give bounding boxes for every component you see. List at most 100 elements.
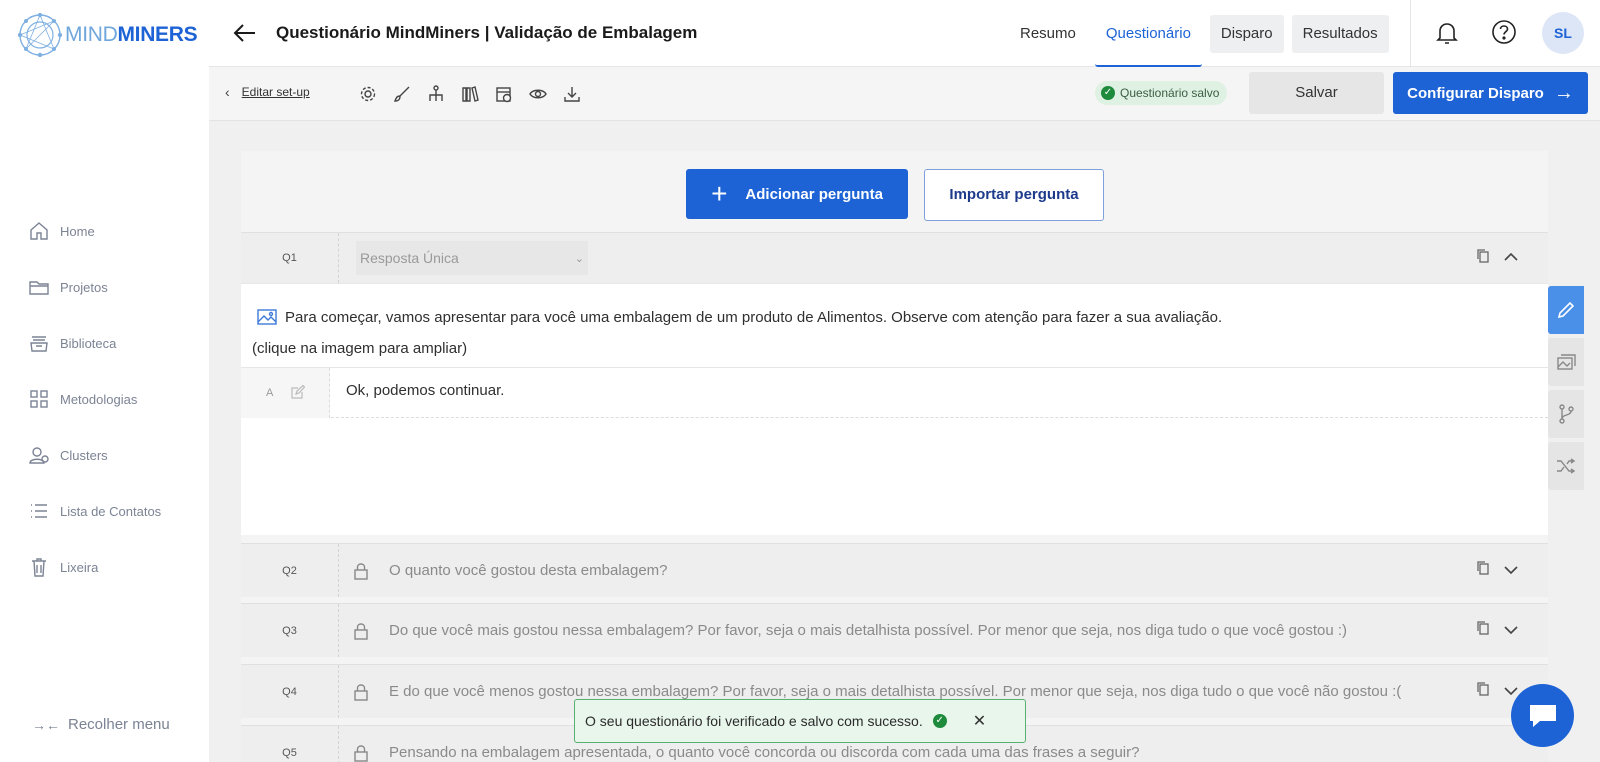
- question-text: Pensando na embalagem apresentada, o qua…: [389, 744, 1140, 761]
- question-number: Q4: [241, 665, 339, 718]
- logo[interactable]: MINDMINERS: [18, 13, 198, 57]
- grid-icon: [30, 390, 48, 408]
- sidebar-item-biblioteca[interactable]: Biblioteca: [28, 315, 161, 371]
- sidebar-item-clusters[interactable]: Clusters: [28, 427, 161, 483]
- saved-status-label: Questionário salvo: [1120, 86, 1220, 100]
- question-row-q2[interactable]: Q2 O quanto você gostou desta embalagem?: [241, 543, 1548, 597]
- answer-row[interactable]: A Ok, podemos continuar.: [241, 367, 1548, 418]
- question-row-q3[interactable]: Q3 Do que você mais gostou nessa embalag…: [241, 603, 1548, 657]
- collapse-arrows-icon: →←: [32, 716, 60, 733]
- editor-toolbar: ‹ Editar set-up ✓ Questionário salvo Sal…: [209, 67, 1600, 121]
- chevron-up-icon[interactable]: [1504, 249, 1518, 267]
- sidebar-item-label: Projetos: [60, 279, 108, 295]
- flow-icon[interactable]: [419, 83, 453, 105]
- tool-icons: [351, 83, 589, 105]
- question-body-q1: Para começar, vamos apresentar para você…: [241, 283, 1548, 535]
- logo-text: MINDMINERS: [65, 23, 198, 46]
- question-row-q1[interactable]: Q1 Resposta Única ⌄: [241, 232, 1548, 283]
- image-icon[interactable]: [257, 307, 277, 335]
- sidebar-item-label: Biblioteca: [60, 335, 117, 351]
- close-icon[interactable]: ✕: [973, 711, 986, 731]
- gear-icon[interactable]: [351, 83, 385, 105]
- library-icon: [30, 336, 48, 352]
- question-type-select[interactable]: Resposta Única ⌄: [356, 241, 588, 275]
- question-actions: [1462, 544, 1518, 597]
- lock-icon: [354, 683, 368, 701]
- arrow-right-icon: →: [1553, 81, 1574, 104]
- question-number: Q1: [241, 233, 339, 283]
- shuffle-icon: [1557, 458, 1576, 474]
- sidebar-item-lixeira[interactable]: Lixeira: [28, 539, 161, 595]
- answer-letter: A: [266, 387, 274, 399]
- add-question-row: + Adicionar pergunta Importar pergunta: [241, 151, 1548, 237]
- configure-dispatch-button[interactable]: Configurar Disparo →: [1393, 72, 1588, 114]
- bell-icon[interactable]: [1435, 20, 1459, 46]
- shuffle-tool-button[interactable]: [1548, 442, 1584, 490]
- question-text: E do que você menos gostou nessa embalag…: [389, 683, 1402, 700]
- folder-icon: [29, 281, 49, 295]
- tab-questionario[interactable]: Questionário: [1094, 1, 1202, 67]
- tab-resultados[interactable]: Resultados: [1291, 14, 1389, 53]
- sidebar-item-label: Lixeira: [60, 559, 99, 575]
- trash-icon: [32, 558, 46, 577]
- toast-message: O seu questionário foi verificado e salv…: [585, 713, 923, 729]
- tabs: Resumo Questionário Disparo Resultados: [1009, 0, 1397, 67]
- add-question-button[interactable]: + Adicionar pergunta: [686, 169, 908, 219]
- brush-icon[interactable]: [385, 83, 419, 105]
- home-icon: [30, 222, 48, 240]
- import-question-button[interactable]: Importar pergunta: [924, 169, 1104, 221]
- chevron-down-icon: ⌄: [574, 252, 584, 265]
- configure-dispatch-label: Configurar Disparo: [1407, 84, 1544, 102]
- plus-icon: +: [711, 178, 728, 209]
- download-icon[interactable]: [555, 83, 589, 105]
- collapse-menu-label: Recolher menu: [68, 716, 170, 733]
- chat-bubble-icon: [1529, 704, 1556, 727]
- duplicate-icon[interactable]: [1476, 620, 1490, 641]
- edit-setup-label: Editar set-up: [241, 85, 310, 99]
- sidebar-item-metodologias[interactable]: Metodologias: [28, 371, 161, 427]
- question-actions: [1462, 665, 1518, 718]
- tool-rail: [1548, 286, 1584, 494]
- question-text: Do que você mais gostou nessa embalagem?…: [389, 622, 1348, 639]
- save-button[interactable]: Salvar: [1249, 72, 1384, 114]
- add-question-label: Adicionar pergunta: [745, 185, 883, 203]
- questionnaire-editor: + Adicionar pergunta Importar pergunta Q…: [241, 151, 1548, 762]
- branch-tool-button[interactable]: [1548, 390, 1584, 438]
- help-icon[interactable]: [1491, 19, 1517, 45]
- question-actions: [1462, 604, 1518, 657]
- saved-status-badge: ✓ Questionário salvo: [1095, 81, 1228, 105]
- question-number: Q2: [241, 544, 339, 597]
- duplicate-icon[interactable]: [1476, 681, 1490, 702]
- chevron-left-icon: ‹: [225, 84, 230, 100]
- check-circle-icon: ✓: [1101, 86, 1115, 100]
- chevron-down-icon[interactable]: [1504, 562, 1518, 580]
- collapse-menu-button[interactable]: →← Recolher menu: [32, 716, 170, 733]
- sidebar-item-label: Metodologias: [60, 391, 138, 407]
- edit-icon[interactable]: [291, 384, 306, 402]
- tab-disparo[interactable]: Disparo: [1209, 14, 1284, 53]
- duplicate-icon[interactable]: [1476, 248, 1490, 269]
- calendar-clock-icon[interactable]: [487, 83, 521, 105]
- question-intro: Para começar, vamos apresentar para você…: [252, 304, 1222, 363]
- list-icon: [31, 504, 47, 518]
- sidebar-nav: Home Projetos Biblioteca Metodologias Cl…: [28, 203, 161, 595]
- tab-resumo[interactable]: Resumo: [1009, 15, 1087, 53]
- duplicate-icon[interactable]: [1476, 560, 1490, 581]
- eye-icon[interactable]: [521, 83, 555, 105]
- question-actions: [1462, 233, 1518, 283]
- sidebar-item-home[interactable]: Home: [28, 203, 161, 259]
- chevron-down-icon[interactable]: [1504, 622, 1518, 640]
- sidebar-item-lista-de-contatos[interactable]: Lista de Contatos: [28, 483, 161, 539]
- edit-tool-button[interactable]: [1548, 286, 1584, 334]
- avatar[interactable]: SL: [1542, 12, 1584, 54]
- answer-text[interactable]: Ok, podemos continuar.: [346, 382, 504, 399]
- sidebar-item-label: Home: [60, 223, 95, 239]
- header: Questionário MindMiners | Validação de E…: [209, 0, 1600, 67]
- chat-button[interactable]: [1511, 684, 1574, 747]
- media-tool-button[interactable]: [1548, 338, 1584, 386]
- back-arrow-icon[interactable]: [233, 22, 257, 44]
- sidebar-item-projetos[interactable]: Projetos: [28, 259, 161, 315]
- library-books-icon[interactable]: [453, 83, 487, 105]
- question-number: Q5: [241, 726, 339, 762]
- edit-setup-link[interactable]: ‹ Editar set-up: [225, 84, 310, 100]
